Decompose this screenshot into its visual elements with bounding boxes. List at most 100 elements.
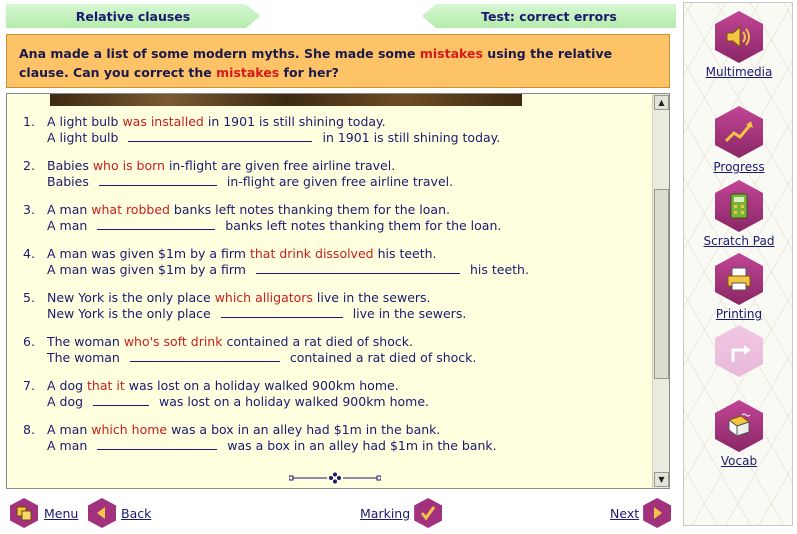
sentence-text: contained a rat died of shock.: [222, 334, 413, 349]
item-number: 3.: [23, 202, 35, 217]
correction-text: contained a rat died of shock.: [289, 350, 477, 365]
sidebar-label: Progress: [713, 160, 765, 174]
item-number: 5.: [23, 290, 35, 305]
item-number: 2.: [23, 158, 35, 173]
item-number: 1.: [23, 114, 35, 129]
instruction-box: Ana made a list of some modern myths. Sh…: [6, 34, 670, 88]
item-sentence: The woman who's soft drink contained a r…: [47, 334, 413, 350]
item-correction: A light bulb in 1901 is still shining tod…: [47, 130, 500, 146]
correction-text: live in the sewers.: [352, 306, 467, 321]
sidebar-label: Multimedia: [705, 65, 773, 79]
correction-text: A man: [47, 438, 88, 453]
error-text: who is born: [92, 158, 165, 173]
answer-input[interactable]: [93, 394, 150, 406]
sentence-text: New York is the only place: [47, 290, 215, 305]
calculator-icon: [715, 180, 763, 232]
next-button[interactable]: Next: [610, 498, 672, 528]
item-correction: A man was a box in an alley had $1m in th…: [47, 438, 497, 454]
item-sentence: A man what robbed banks left notes thank…: [47, 202, 450, 218]
sentence-text: A light bulb: [47, 114, 123, 129]
vertical-scrollbar[interactable]: ▲ ▼: [652, 94, 669, 488]
item-sentence: A man was given $1m by a firm that drink…: [47, 246, 437, 262]
arrow-icon: [715, 325, 763, 377]
instruction-highlight-2: mistakes: [216, 65, 280, 80]
correction-text: his teeth.: [469, 262, 529, 277]
menu-icon: [10, 498, 38, 528]
correction-text: banks left notes thanking them for the l…: [225, 218, 502, 233]
item-correction: A man banks left notes thanking them for …: [47, 218, 501, 234]
sentence-text: A man: [47, 422, 92, 437]
sentence-text: Babies: [47, 158, 93, 173]
error-text: who's soft drink: [123, 334, 223, 349]
answer-input[interactable]: [220, 306, 343, 318]
exercise-panel: 1. A light bulb was installed in 1901 is…: [6, 93, 670, 489]
sentence-text: banks left notes thanking them for the l…: [169, 202, 450, 217]
sentence-text: A dog: [47, 378, 88, 393]
correction-text: A light bulb: [47, 130, 119, 145]
item-number: 7.: [23, 378, 35, 393]
scroll-down-icon[interactable]: ▼: [654, 472, 669, 487]
tab-test-correct-errors: Test: correct errors: [422, 4, 676, 28]
decorative-banner: [50, 94, 522, 106]
sentence-text: A man: [47, 202, 92, 217]
menu-label: Menu: [44, 505, 79, 521]
tab-relative-clauses: Relative clauses: [6, 4, 260, 28]
back-label: Back: [121, 505, 152, 521]
error-text: was installed: [122, 114, 204, 129]
answer-input[interactable]: [97, 218, 216, 230]
error-text: which home: [91, 422, 168, 437]
sidebar-item-progress[interactable]: Progress: [684, 106, 794, 174]
sentence-text: in 1901 is still shining today.: [203, 114, 386, 129]
answer-input[interactable]: [255, 262, 460, 274]
sentence-text: his teeth.: [373, 246, 437, 261]
correction-text: Babies: [47, 174, 89, 189]
instruction-text-3: for her?: [279, 65, 339, 80]
correction-text: A man: [47, 218, 88, 233]
marking-label: Marking: [360, 505, 411, 521]
scroll-up-icon[interactable]: ▲: [654, 95, 669, 110]
menu-button[interactable]: Menu: [10, 498, 78, 528]
correction-text: was lost on a holiday walked 900km home.: [159, 394, 429, 409]
answer-input[interactable]: [98, 174, 217, 186]
sentence-text: live in the sewers.: [312, 290, 431, 305]
sidebar-label: Printing: [715, 307, 763, 321]
ornament-divider: [289, 472, 381, 484]
sidebar-item-scratch-pad[interactable]: Scratch Pad: [684, 180, 794, 248]
sidebar-item-multimedia[interactable]: Multimedia: [684, 11, 794, 79]
correction-text: New York is the only place: [47, 306, 211, 321]
correction-text: in 1901 is still shining today.: [322, 130, 501, 145]
sentence-text: was a box in an alley had $1m in the ban…: [167, 422, 441, 437]
sidebar-item-printing[interactable]: Printing: [684, 253, 794, 321]
item-sentence: A man which home was a box in an alley h…: [47, 422, 440, 438]
correction-text: in-flight are given free airline travel.: [226, 174, 454, 189]
item-sentence: New York is the only place which alligat…: [47, 290, 431, 306]
correction-text: was a box in an alley had $1m in the ban…: [227, 438, 497, 453]
error-text: that it: [87, 378, 125, 393]
sentence-text: A man was given $1m by a firm: [47, 246, 250, 261]
answer-input[interactable]: [128, 130, 313, 142]
item-correction: The woman contained a rat died of shock.: [47, 350, 476, 366]
sidebar-item-vocab[interactable]: Vocab: [684, 400, 794, 468]
sentence-text: was lost on a holiday walked 900km home.: [124, 378, 399, 393]
back-button[interactable]: Back: [88, 498, 151, 528]
instruction-highlight-1: mistakes: [419, 46, 483, 61]
item-sentence: Babies who is born in-flight are given f…: [47, 158, 395, 174]
sidebar-label: Vocab: [720, 454, 758, 468]
next-label: Next: [610, 505, 640, 521]
error-text: what robbed: [91, 202, 170, 217]
dictionary-icon: [715, 400, 763, 452]
answer-input[interactable]: [97, 438, 218, 450]
instruction-text-1: Ana made a list of some modern myths. Sh…: [19, 46, 420, 61]
error-text: which alligators: [214, 290, 313, 305]
next-arrow-icon: [643, 498, 672, 528]
error-text: that drink dissolved: [249, 246, 374, 261]
sentence-text: The woman: [47, 334, 124, 349]
scroll-thumb[interactable]: [654, 189, 669, 379]
sidebar-item-disabled: [684, 325, 794, 377]
item-correction: A dog was lost on a holiday walked 900km …: [47, 394, 429, 410]
tools-sidebar: Multimedia Progress Scratch Pad Printing: [683, 2, 793, 526]
marking-button[interactable]: Marking: [360, 498, 443, 528]
item-correction: A man was given $1m by a firm his teeth.: [47, 262, 529, 278]
sentence-text: in-flight are given free airline travel.: [164, 158, 396, 173]
answer-input[interactable]: [129, 350, 280, 362]
